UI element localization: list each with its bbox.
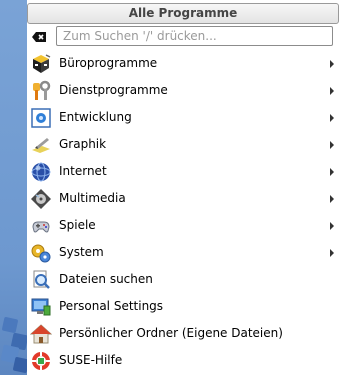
help-icon — [30, 350, 52, 372]
personal-settings-icon — [30, 296, 52, 318]
home-folder-icon — [29, 323, 53, 345]
menu-item-label: Entwicklung — [59, 110, 132, 124]
menu-item-label: System — [59, 245, 104, 259]
submenu-arrow-icon — [330, 195, 334, 203]
system-icon — [30, 242, 52, 264]
menu-item-suse-hilfe[interactable]: SUSE-Hilfe — [27, 347, 340, 374]
menu-item-spiele[interactable]: Spiele — [27, 212, 340, 239]
menu-item-label: SUSE-Hilfe — [59, 353, 123, 367]
submenu-arrow-icon — [330, 222, 334, 230]
menu-item-label: Spiele — [59, 218, 96, 232]
submenu-arrow-icon — [330, 141, 334, 149]
submenu-arrow-icon — [330, 249, 334, 257]
submenu-arrow-icon — [330, 87, 334, 95]
kmenu-sidebar — [0, 0, 27, 375]
submenu-arrow-icon — [330, 114, 334, 122]
office-icon — [30, 53, 52, 75]
menu-item-label: Persönlicher Ordner (Eigene Dateien) — [59, 326, 283, 340]
menu-item-label: Personal Settings — [59, 299, 164, 313]
menu-item-label: Graphik — [59, 137, 107, 151]
menu-item-dateien-suchen[interactable]: Dateien suchen — [27, 266, 340, 293]
development-icon — [30, 107, 52, 129]
multimedia-icon — [30, 188, 52, 210]
sidebar-cube-decoration — [1, 316, 19, 334]
graphics-icon — [30, 134, 52, 156]
menu-item-graphik[interactable]: Graphik — [27, 131, 340, 158]
submenu-arrow-icon — [330, 168, 334, 176]
menu-item-label: Internet — [59, 164, 107, 178]
menu-item-label: Büroprogramme — [59, 56, 158, 70]
menu-item-label: Dienstprogramme — [59, 83, 168, 97]
search-input[interactable] — [56, 26, 333, 46]
menu-item-multimedia[interactable]: Multimedia — [27, 185, 340, 212]
find-files-icon — [30, 269, 52, 291]
menu-item-entwicklung[interactable]: Entwicklung — [27, 104, 340, 131]
utilities-icon — [30, 80, 52, 102]
submenu-arrow-icon — [330, 60, 334, 68]
menu-item-internet[interactable]: Internet — [27, 158, 340, 185]
games-icon — [30, 215, 52, 237]
programs-menu: Büroprogramme Dienstprogramme Entwicklun… — [27, 50, 340, 374]
sidebar-cube-decoration — [12, 356, 27, 374]
menu-item-label: Dateien suchen — [59, 272, 153, 286]
menu-item-system[interactable]: System — [27, 239, 340, 266]
menu-item-bueroprogramme[interactable]: Büroprogramme — [27, 50, 340, 77]
menu-item-persoenlicher-ordner[interactable]: Persönlicher Ordner (Eigene Dateien) — [27, 320, 340, 347]
search-bar — [27, 25, 340, 49]
clear-search-icon[interactable] — [31, 30, 47, 44]
internet-icon — [30, 161, 52, 183]
all-programs-header: Alle Programme — [27, 3, 339, 24]
menu-item-label: Multimedia — [59, 191, 126, 205]
menu-item-dienstprogramme[interactable]: Dienstprogramme — [27, 77, 340, 104]
menu-item-personal-settings[interactable]: Personal Settings — [27, 293, 340, 320]
